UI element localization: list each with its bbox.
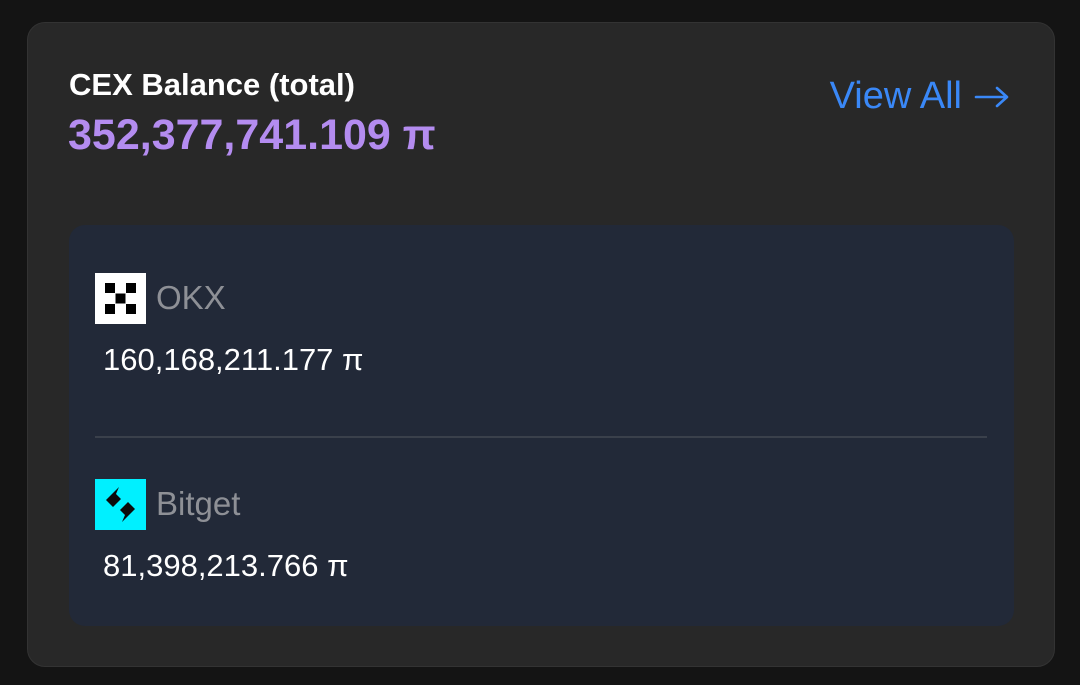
card-title: CEX Balance (total) bbox=[69, 67, 355, 102]
exchange-item-bitget[interactable]: Bitget 81,398,213.766 π bbox=[95, 478, 987, 584]
exchange-item-okx[interactable]: OKX 160,168,211.177 π bbox=[95, 272, 987, 378]
total-balance: 352,377,741.109 π bbox=[68, 111, 436, 159]
exchange-list: OKX 160,168,211.177 π Bitget 81,398,213.… bbox=[69, 225, 1014, 626]
exchange-name: Bitget bbox=[156, 485, 241, 522]
exchange-balance: 160,168,211.177 π bbox=[103, 342, 364, 377]
okx-logo-icon bbox=[95, 272, 146, 324]
exchange-balance: 81,398,213.766 π bbox=[103, 548, 349, 583]
cex-balance-card: CEX Balance (total) 352,377,741.109 π Vi… bbox=[27, 22, 1055, 667]
view-all-label: View All bbox=[829, 75, 962, 117]
arrow-right-icon bbox=[974, 86, 1009, 107]
divider bbox=[95, 436, 987, 438]
bitget-logo-icon bbox=[95, 478, 146, 530]
exchange-name: OKX bbox=[156, 279, 226, 316]
view-all-link[interactable]: View All bbox=[830, 75, 1010, 118]
